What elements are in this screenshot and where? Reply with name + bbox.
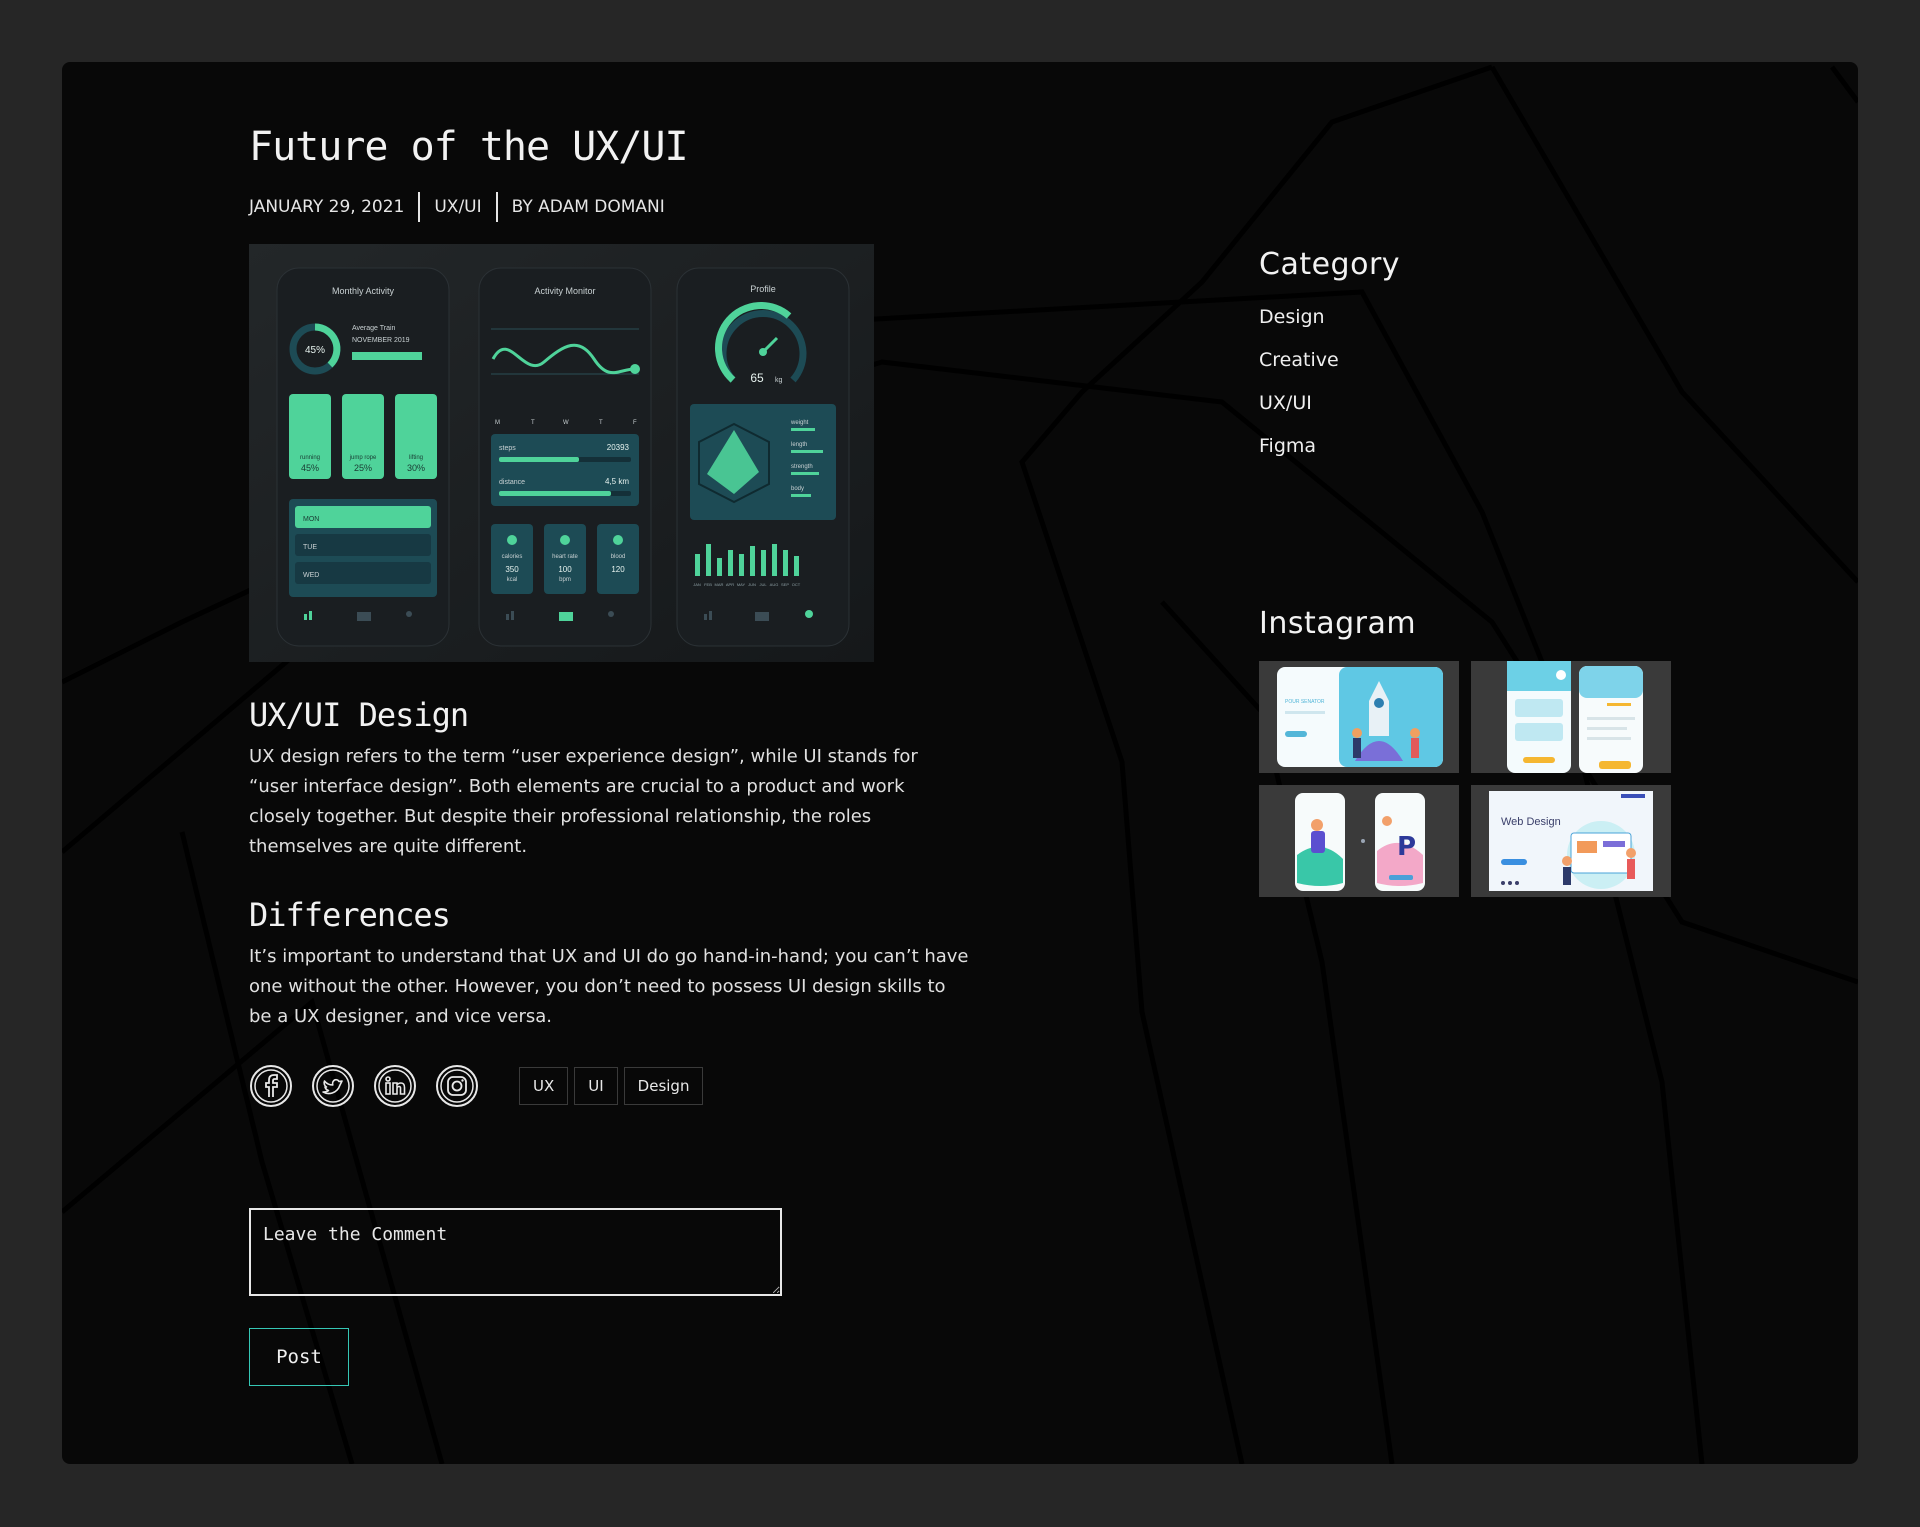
phone-screen-activity-monitor: Activity Monitor M T W T F steps 20393 d… [478,267,652,647]
instagram-icon[interactable] [435,1064,479,1108]
post-date: JANUARY 29, 2021 [249,197,405,217]
facebook-icon[interactable] [249,1064,293,1108]
category-link-ux-ui[interactable]: UX/UI [1259,382,1679,425]
screen-title: Monthly Activity [332,286,395,296]
tag-design[interactable]: Design [623,1067,704,1105]
svg-text:P: P [1397,832,1416,862]
post-content: Future of the UX/UI JANUARY 29, 2021 UX/… [249,124,1009,1386]
svg-text:JUN: JUN [748,582,756,587]
main-frame: Future of the UX/UI JANUARY 29, 2021 UX/… [62,62,1858,1464]
svg-text:blood: blood [611,554,626,560]
meta-divider [495,192,498,222]
svg-text:NOVEMBER 2019: NOVEMBER 2019 [352,337,410,344]
tag-ux[interactable]: UX [519,1067,569,1105]
svg-text:heart rate: heart rate [552,554,578,560]
svg-text:T: T [599,420,603,426]
svg-text:kcal: kcal [507,577,518,583]
svg-text:POUR SENATOR: POUR SENATOR [1285,699,1325,705]
fitness-app-mockup: Monthly Activity 45% Average Train NOVEM… [249,244,874,662]
svg-text:kg: kg [775,377,783,384]
svg-text:Web Design: Web Design [1501,816,1561,828]
svg-text:30%: 30% [407,463,425,473]
tag-ui[interactable]: UI [574,1067,618,1105]
svg-text:MAY: MAY [737,582,746,587]
svg-text:weight: weight [790,420,809,426]
svg-text:TUE: TUE [303,544,317,551]
svg-text:T: T [531,420,535,426]
svg-text:JUL: JUL [759,582,767,587]
svg-text:SEP: SEP [781,582,789,587]
svg-text:WED: WED [303,572,319,579]
svg-text:length: length [791,442,807,448]
svg-text:FEB: FEB [704,582,712,587]
svg-text:65: 65 [750,371,764,385]
svg-text:MAR: MAR [715,582,724,587]
hero-image: Monthly Activity 45% Average Train NOVEM… [249,244,874,662]
post-comment-button[interactable]: Post [249,1328,349,1386]
svg-text:Profile: Profile [750,284,776,294]
svg-text:F: F [633,420,637,426]
svg-text:jump rope: jump rope [349,455,377,461]
svg-text:Activity Monitor: Activity Monitor [534,286,595,296]
comment-input[interactable] [249,1208,782,1296]
section-heading-differences: Differences [249,896,451,934]
section-text-differences: It’s important to understand that UX and… [249,946,969,1027]
category-link-figma[interactable]: Figma [1259,425,1679,468]
svg-text:25%: 25% [354,463,372,473]
svg-text:45%: 45% [305,345,325,356]
phone-screen-monthly-activity: Monthly Activity 45% Average Train NOVEM… [276,267,450,647]
svg-text:120: 120 [611,565,625,574]
svg-text:APR: APR [726,582,734,587]
svg-text:4,5 km: 4,5 km [605,477,629,486]
svg-text:JAN: JAN [693,582,701,587]
svg-text:Average Train: Average Train [352,325,396,332]
category-list: Design Creative UX/UI Figma [1259,296,1679,468]
section-text-ux-ui: UX design refers to the term “user exper… [249,746,918,857]
post-title: Future of the UX/UI [249,124,689,170]
svg-text:350: 350 [505,565,519,574]
svg-text:MON: MON [303,516,319,523]
tag-list: UX UI Design [519,1067,709,1105]
sidebar: Category Design Creative UX/UI Figma Ins… [1259,247,1679,897]
category-link-design[interactable]: Design [1259,296,1679,339]
category-title: Category [1259,247,1401,282]
category-link-creative[interactable]: Creative [1259,339,1679,382]
svg-text:steps: steps [499,445,516,452]
instagram-title: Instagram [1259,606,1417,641]
section-heading-ux-ui: UX/UI Design [249,696,469,734]
instagram-thumbnail[interactable]: POUR SENATOR [1259,661,1459,773]
svg-text:body: body [791,486,804,492]
instagram-thumbnail[interactable] [1471,661,1671,773]
svg-text:lifting: lifting [409,455,423,461]
svg-text:running: running [300,455,320,461]
svg-text:M: M [495,420,500,426]
twitter-icon[interactable] [311,1064,355,1108]
meta-divider [418,192,421,222]
post-meta: JANUARY 29, 2021 UX/UI BY ADAM DOMANI [249,192,1009,222]
linkedin-icon[interactable] [373,1064,417,1108]
svg-text:bpm: bpm [559,577,571,583]
svg-text:strength: strength [791,464,813,470]
svg-text:distance: distance [499,479,525,486]
post-author[interactable]: BY ADAM DOMANI [512,197,665,217]
phone-screen-profile: Profile 65 kg weight length strength bod… [676,267,850,647]
share-and-tags-row: UX UI Design [249,1064,1009,1108]
svg-text:calories: calories [502,554,523,560]
svg-text:OCT: OCT [792,582,801,587]
svg-text:20393: 20393 [607,443,630,452]
svg-text:W: W [563,420,569,426]
svg-text:100: 100 [558,565,572,574]
instagram-grid: POUR SENATOR P Web Design [1259,661,1679,897]
svg-text:45%: 45% [301,463,319,473]
instagram-thumbnail[interactable]: Web Design [1471,785,1671,897]
post-category-link[interactable]: UX/UI [434,197,481,217]
svg-text:AUG: AUG [770,582,779,587]
instagram-thumbnail[interactable]: P [1259,785,1459,897]
